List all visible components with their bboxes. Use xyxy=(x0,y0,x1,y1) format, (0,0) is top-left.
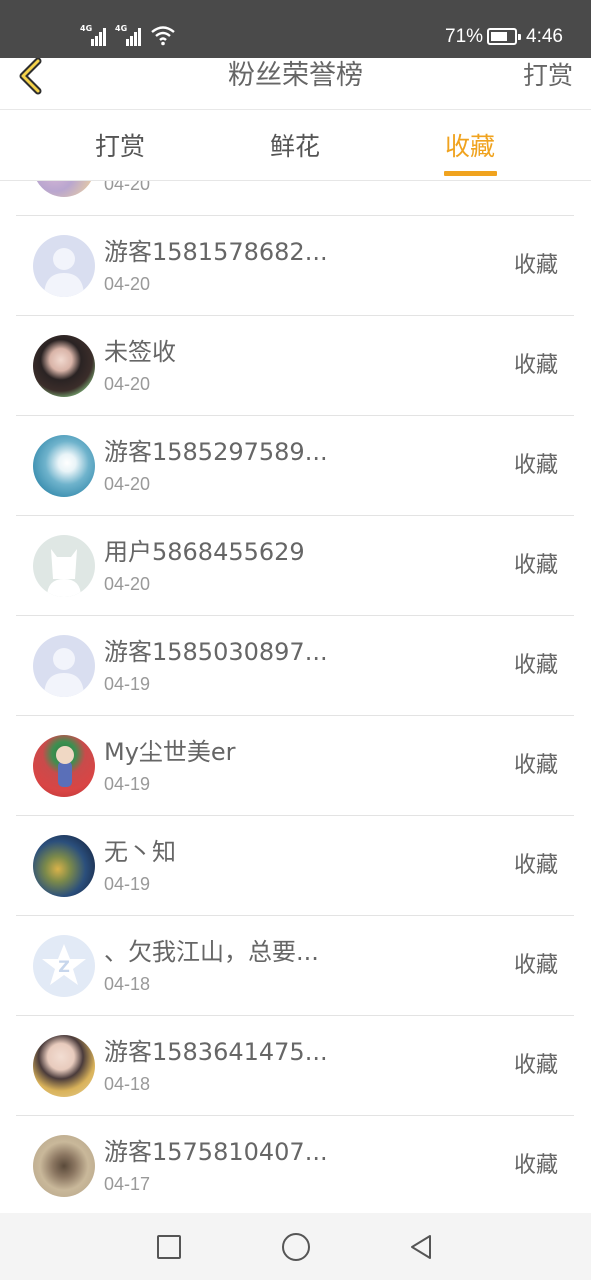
signal-icon: 4G xyxy=(80,24,110,46)
list-item-action: 收藏 xyxy=(513,853,558,878)
list-item-date: 04-19 xyxy=(104,774,151,794)
list-item-date: 04-20 xyxy=(104,374,151,394)
list-item-name: 游客1583641475... xyxy=(104,1038,328,1066)
status-bar: 4G 4G 71% 4:46 xyxy=(0,0,591,58)
list-item-action: 收藏 xyxy=(513,253,558,278)
list-item-date: 04-18 xyxy=(104,974,151,994)
list-item-name: My尘世美er xyxy=(104,738,236,766)
list-item-action: 收藏 xyxy=(513,353,558,378)
active-tab-indicator xyxy=(444,171,497,176)
clock: 4:46 xyxy=(526,26,563,47)
list-item[interactable]: 无丶知 04-19 收藏 xyxy=(0,816,591,916)
list-item-action: 收藏 xyxy=(513,653,558,678)
list-item[interactable]: 游客1575810407... 04-17 收藏 xyxy=(0,1116,591,1213)
list-item-date: 04-20 xyxy=(104,274,151,294)
recent-apps-icon[interactable] xyxy=(157,1235,181,1259)
tab-flowers[interactable]: 鲜花 xyxy=(235,111,355,181)
list-item-name: 未签收 xyxy=(104,338,176,366)
reward-button[interactable]: 打赏 xyxy=(523,58,573,94)
list-item-action: 收藏 xyxy=(513,1153,558,1178)
network-type-label: 4G xyxy=(115,24,128,33)
list-item-name: 游客1585030897... xyxy=(104,638,328,666)
list-item[interactable]: 游客1581578682... 04-20 收藏 xyxy=(0,216,591,316)
list-item-name: 游客1575810407... xyxy=(104,1138,328,1166)
avatar xyxy=(33,1035,95,1097)
battery-percent: 71% xyxy=(445,26,484,47)
avatar xyxy=(33,735,95,797)
list-item[interactable]: My尘世美er 04-19 收藏 xyxy=(0,716,591,816)
list-item-date: 04-18 xyxy=(104,1074,151,1094)
tab-bar: 打赏 鲜花 收藏 xyxy=(0,111,591,181)
page-title: 粉丝荣誉榜 xyxy=(228,60,363,91)
battery-icon xyxy=(487,28,521,45)
list-item-action: 收藏 xyxy=(513,553,558,578)
list-item[interactable]: Z 、欠我江山，总要... 04-18 收藏 xyxy=(0,916,591,1016)
list-item[interactable]: 未签收 04-20 收藏 xyxy=(0,316,591,416)
list-item-date: 04-17 xyxy=(104,1174,151,1194)
list-item-name: 、欠我江山，总要... xyxy=(104,938,319,966)
list-item-action: 收藏 xyxy=(513,753,558,778)
list-item[interactable]: 游客1583641475... 04-18 收藏 xyxy=(0,1016,591,1116)
list-item-action: 收藏 xyxy=(513,953,558,978)
list-item-name: 无丶知 xyxy=(104,838,176,866)
signal-icon: 4G xyxy=(115,24,145,46)
system-nav-bar xyxy=(0,1213,591,1280)
list-item[interactable]: 游客1585030897... 04-19 收藏 xyxy=(0,616,591,716)
battery-fill xyxy=(491,32,507,41)
list-item-name: 游客1585297589... xyxy=(104,438,328,466)
list-item-action: 收藏 xyxy=(513,453,558,478)
avatar xyxy=(33,535,95,597)
avatar xyxy=(33,835,95,897)
list-item-date: 04-20 xyxy=(104,574,151,594)
avatar: Z xyxy=(33,935,95,997)
list-item[interactable]: 用户5868455629 04-20 收藏 xyxy=(0,516,591,616)
list-item-date: 04-19 xyxy=(104,674,151,694)
fan-list[interactable]: 04-20 游客1581578682... 04-20 收藏 未签收 04-20… xyxy=(0,181,591,1213)
list-item-date: 04-20 xyxy=(104,474,151,494)
avatar xyxy=(33,635,95,697)
list-item-date: 04-20 xyxy=(104,181,151,194)
list-item-name: 游客1581578682... xyxy=(104,238,328,266)
svg-text:Z: Z xyxy=(58,957,70,976)
network-type-label: 4G xyxy=(80,24,93,33)
list-item[interactable]: 游客1585297589... 04-20 收藏 xyxy=(0,416,591,516)
home-icon[interactable] xyxy=(282,1233,310,1261)
list-item-date: 04-19 xyxy=(104,874,151,894)
avatar xyxy=(33,235,95,297)
back-triangle-icon[interactable] xyxy=(408,1233,434,1261)
title-bar: 粉丝荣誉榜 打赏 xyxy=(0,58,591,110)
list-item-action: 收藏 xyxy=(513,1053,558,1078)
tab-reward[interactable]: 打赏 xyxy=(60,111,180,181)
avatar xyxy=(33,335,95,397)
avatar xyxy=(33,1135,95,1197)
avatar xyxy=(33,181,95,197)
list-item-name: 用户5868455629 xyxy=(104,538,305,566)
avatar xyxy=(33,435,95,497)
list-item[interactable]: 04-20 xyxy=(0,181,591,216)
wifi-icon xyxy=(151,26,175,46)
